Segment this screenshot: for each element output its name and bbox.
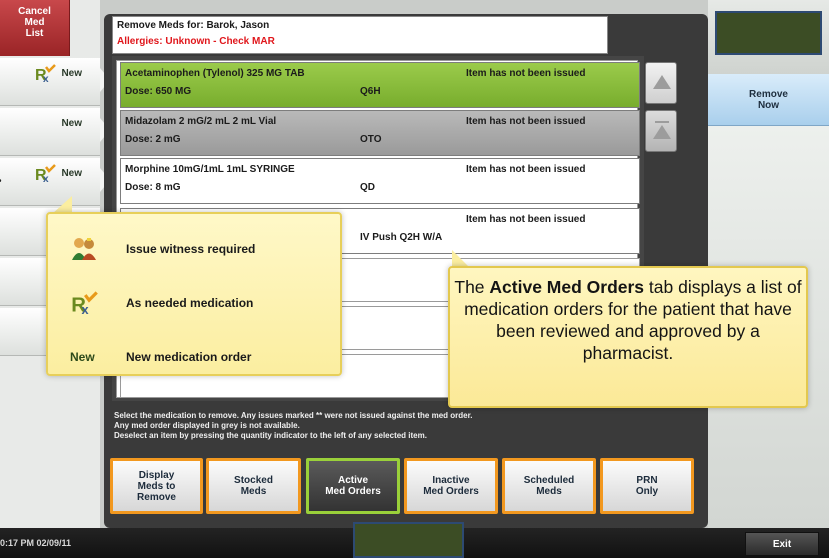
prn-rx-icon: Rx	[70, 290, 98, 323]
legend-callout: Issue witness required Rx As needed medi…	[46, 212, 342, 376]
new-badge: New	[61, 118, 82, 129]
issue-status: Item has not been issued	[466, 68, 586, 79]
cancel-med-list-button[interactable]: Cancel Med List	[0, 0, 70, 56]
patient-title: Remove Meds for: Barok, Jason	[117, 20, 270, 31]
remove-now-button[interactable]: Remove Now	[708, 74, 829, 126]
scroll-top-button[interactable]	[645, 110, 677, 152]
drug-name: Acetaminophen (Tylenol) 325 MG TAB	[125, 68, 305, 79]
drug-frequency: OTO	[360, 134, 382, 145]
drug-dose: Dose: 8 mG	[125, 182, 181, 193]
prn-rx-icon: Rx	[34, 64, 56, 87]
info-text-prefix: The	[454, 277, 490, 297]
legend-item-new: New New medication order	[48, 342, 344, 372]
tab-scheduled-meds[interactable]: Scheduled Meds	[502, 458, 596, 514]
info-callout: The Active Med Orders tab displays a lis…	[448, 266, 808, 408]
patient-header: Remove Meds for: Barok, Jason Allergies:…	[112, 16, 608, 54]
scroll-up-button[interactable]	[645, 62, 677, 104]
right-top-panel	[708, 0, 829, 74]
app-window: Cancel Med List Rx New New • Rx New	[0, 0, 829, 558]
instruction-line: Deselect an item by pressing the quantit…	[114, 431, 427, 440]
new-badge: New	[61, 68, 82, 79]
svg-text:x: x	[81, 302, 88, 317]
right-column: Remove Now	[708, 0, 829, 528]
tab-stocked-meds[interactable]: Stocked Meds	[206, 458, 301, 514]
instruction-line: Select the medication to remove. Any iss…	[114, 411, 473, 420]
allergy-warning: Allergies: Unknown - Check MAR	[117, 36, 275, 47]
new-badge-icon: New	[70, 350, 95, 364]
drug-name: Morphine 10mG/1mL 1mL SYRINGE	[125, 164, 295, 175]
med-row-acetaminophen[interactable]: Acetaminophen (Tylenol) 325 MG TAB Dose:…	[120, 62, 640, 108]
issue-status: Item has not been issued	[466, 214, 586, 225]
issue-status: Item has not been issued	[466, 164, 586, 175]
legend-label: New medication order	[126, 350, 252, 364]
witness-icon	[70, 236, 98, 267]
scroll-top-icon	[655, 121, 669, 123]
tab-inactive-med-orders[interactable]: Inactive Med Orders	[404, 458, 498, 514]
scroll-top-arrow-icon	[653, 125, 671, 139]
legend-item-witness: Issue witness required	[48, 234, 344, 264]
svg-text:x: x	[43, 74, 49, 84]
left-item-1[interactable]: Rx New	[0, 58, 110, 106]
drug-name: Midazolam 2 mG/2 mL 2 mL Vial	[125, 116, 277, 127]
legend-label: Issue witness required	[126, 242, 256, 256]
info-text-bold: Active Med Orders	[489, 277, 645, 297]
instructions: Select the medication to remove. Any iss…	[114, 411, 674, 441]
prn-rx-icon: Rx	[34, 164, 56, 187]
exit-button[interactable]: Exit	[745, 532, 819, 556]
drug-frequency: Q6H	[360, 86, 381, 97]
med-row-midazolam[interactable]: Midazolam 2 mG/2 mL 2 mL Vial Dose: 2 mG…	[120, 110, 640, 156]
clock: 0:17 PM 02/09/11	[0, 538, 72, 548]
legend-item-prn: Rx As needed medication	[48, 288, 344, 318]
tab-active-med-orders[interactable]: Active Med Orders	[306, 458, 400, 514]
bullet-icon: •	[0, 176, 2, 187]
tab-prn-only[interactable]: PRN Only	[600, 458, 694, 514]
tab-display-meds-to-remove[interactable]: Display Meds to Remove	[110, 458, 203, 514]
bottom-indicator	[353, 522, 464, 558]
drug-dose: Dose: 2 mG	[125, 134, 181, 145]
scroll-up-icon	[653, 75, 671, 89]
status-indicator	[715, 11, 822, 55]
left-item-2[interactable]: New	[0, 108, 110, 156]
left-item-3[interactable]: • Rx New	[0, 158, 110, 206]
instruction-line: Any med order displayed in grey is not a…	[114, 421, 300, 430]
drug-frequency: IV Push Q2H W/A	[360, 232, 443, 243]
drug-dose: Dose: 650 MG	[125, 86, 192, 97]
legend-label: As needed medication	[126, 296, 254, 310]
drug-frequency: QD	[360, 182, 375, 193]
issue-status: Item has not been issued	[466, 116, 586, 127]
tab-bar: Display Meds to Remove Stocked Meds Acti…	[110, 458, 698, 514]
svg-text:x: x	[43, 174, 49, 184]
med-row-morphine[interactable]: Morphine 10mG/1mL 1mL SYRINGE Dose: 8 mG…	[120, 158, 640, 204]
new-badge: New	[61, 168, 82, 179]
